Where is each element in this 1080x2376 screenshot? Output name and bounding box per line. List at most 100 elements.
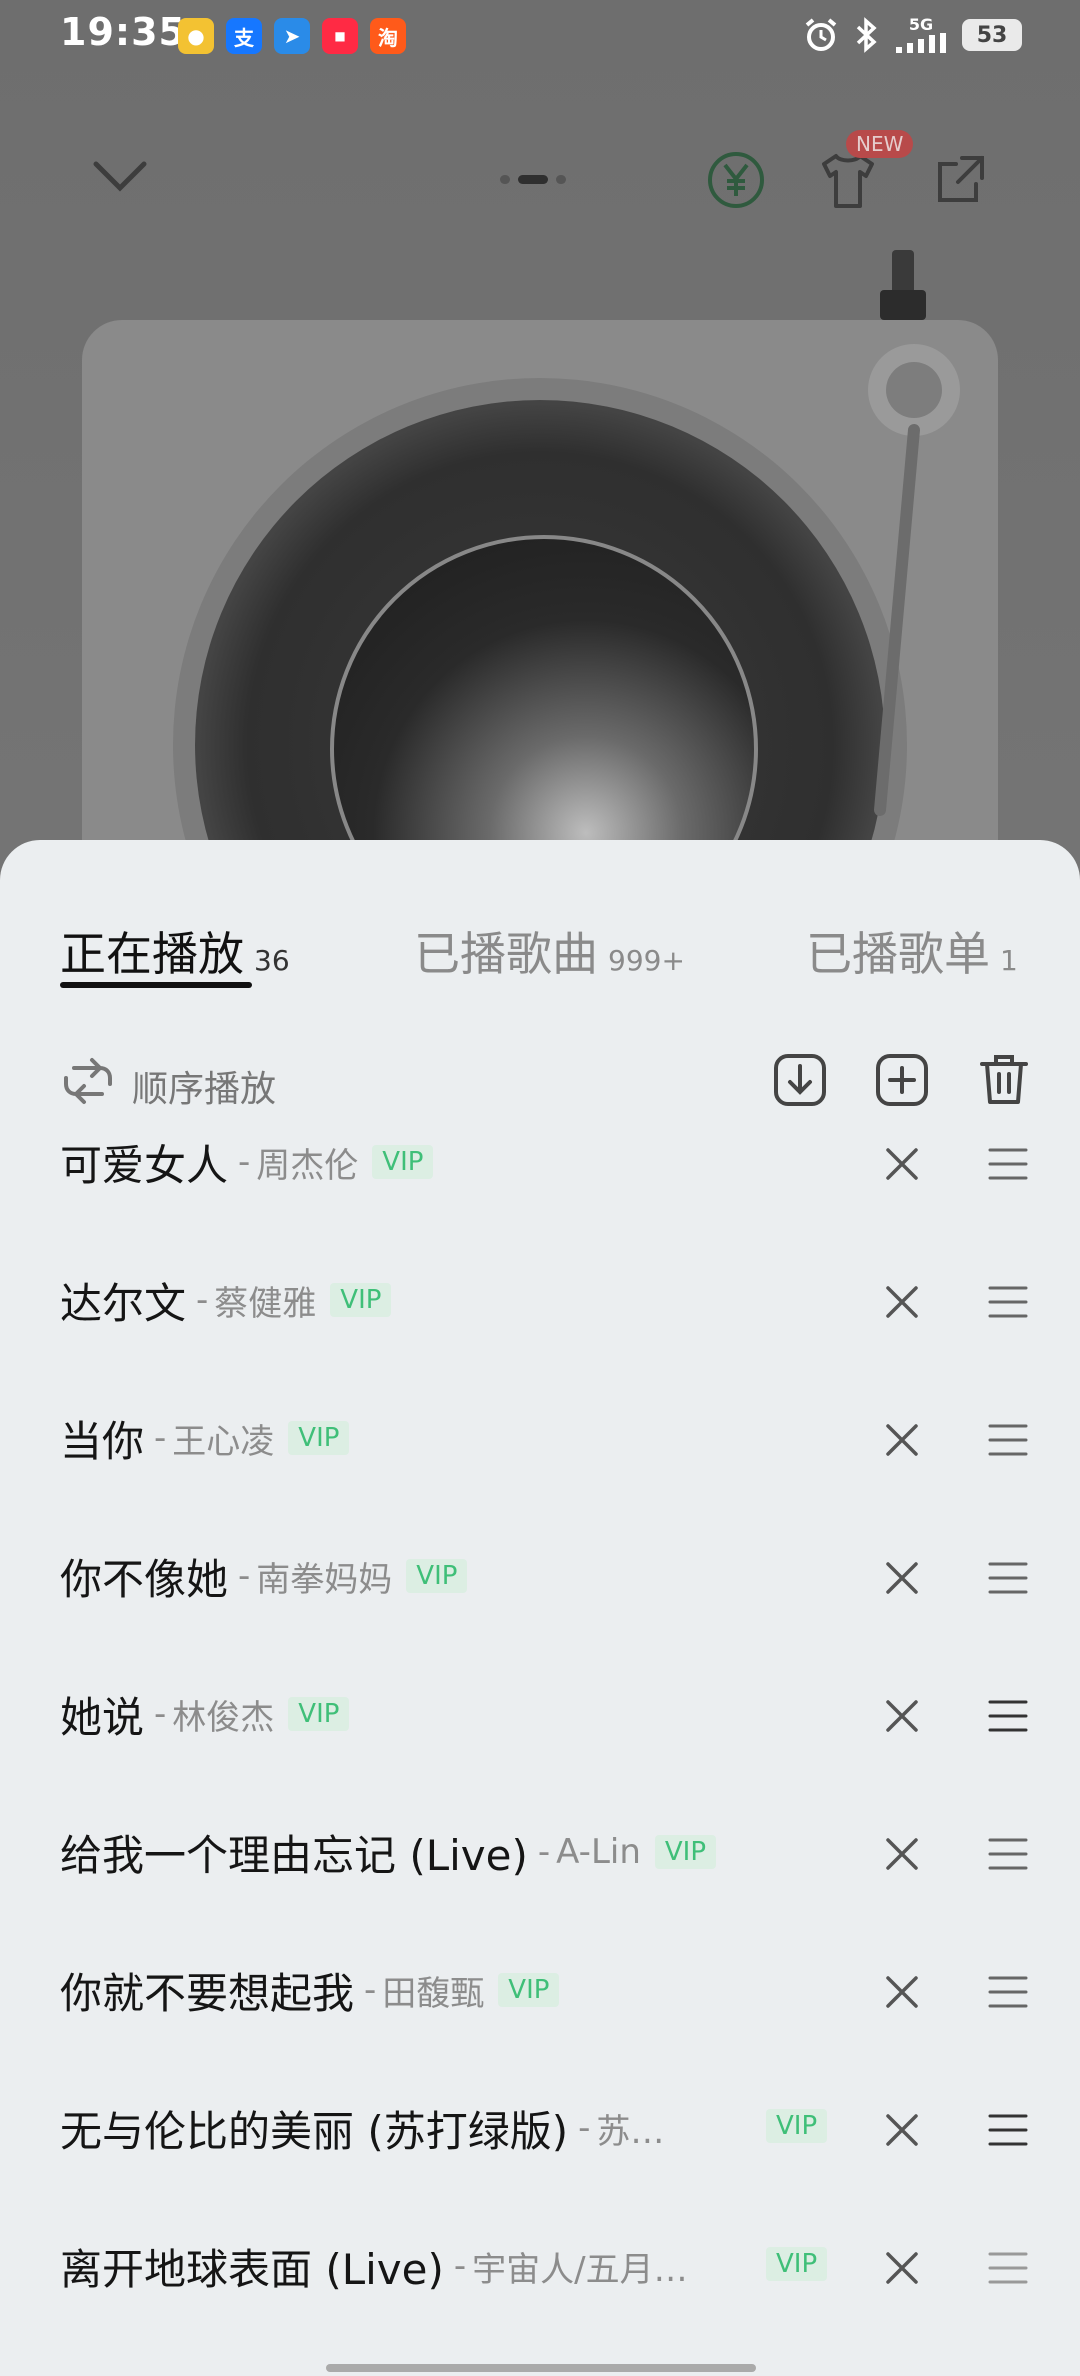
separator: - [196, 1280, 209, 1320]
drag-handle-menu-icon[interactable] [988, 2248, 1028, 2288]
drag-handle-menu-icon[interactable] [988, 1144, 1028, 1184]
drag-handle-menu-icon[interactable] [988, 1558, 1028, 1598]
tab-count: 36 [254, 944, 290, 977]
remove-song-close-icon[interactable] [882, 1834, 922, 1874]
song-title: 当你 [60, 1416, 145, 1466]
song-title: 无与伦比的美丽 (苏打绿版) [60, 2106, 569, 2156]
signal-bars-icon [896, 33, 946, 53]
song-artist: 宇宙人/五月… [472, 2249, 688, 2290]
bluetooth-icon [856, 17, 877, 53]
song-row[interactable]: 可爱女人 - 周杰伦 VIP [0, 1122, 1080, 1260]
vip-badge: VIP [654, 1835, 717, 1869]
tab-count: 999+ [608, 944, 685, 977]
remove-song-close-icon[interactable] [882, 2110, 922, 2150]
status-time: 19:35 [60, 10, 186, 54]
share-icon[interactable] [930, 150, 990, 210]
page-dot-active [518, 175, 548, 184]
trash-icon[interactable] [976, 1052, 1032, 1108]
alipay-app-icon: 支 [226, 18, 262, 54]
add-to-playlist-icon[interactable] [874, 1052, 930, 1108]
collapse-chevron-down-icon[interactable] [92, 156, 148, 196]
xiaohongshu-app-icon: ■ [322, 18, 358, 54]
separator: - [238, 1142, 251, 1182]
vip-badge: VIP [330, 1283, 392, 1317]
remove-song-close-icon[interactable] [882, 1420, 922, 1460]
tonearm-graphic [868, 250, 960, 816]
drag-handle-menu-icon[interactable] [988, 1696, 1028, 1736]
tab-label: 已播歌单 [806, 927, 990, 981]
song-info: 她说 - 林俊杰 VIP [60, 1674, 350, 1754]
tab-now-playing[interactable]: 正在播放 36 [60, 918, 290, 984]
song-title: 达尔文 [60, 1278, 187, 1328]
battery-indicator: 53 [962, 19, 1022, 51]
remove-song-close-icon[interactable] [882, 1144, 922, 1184]
vip-badge: VIP [372, 1145, 434, 1179]
song-row[interactable]: 你不像她 - 南拳妈妈 VIP [0, 1536, 1080, 1674]
song-row[interactable]: 她说 - 林俊杰 VIP [0, 1674, 1080, 1812]
song-artist: 南拳妈妈 [256, 1559, 393, 1600]
drag-handle-menu-icon[interactable] [988, 1972, 1028, 2012]
song-info: 当你 - 王心凌 VIP [60, 1398, 350, 1478]
tab-played-songs[interactable]: 已播歌曲 999+ [414, 918, 685, 984]
remove-song-close-icon[interactable] [882, 1972, 922, 2012]
song-info: 给我一个理由忘记 (Live) - A-Lin VIP [60, 1812, 717, 1892]
vip-badge: VIP [288, 1697, 350, 1731]
home-indicator[interactable] [326, 2364, 756, 2372]
new-badge: NEW [846, 130, 914, 158]
tab-label: 正在播放 [60, 927, 244, 981]
separator: - [238, 1556, 251, 1596]
vip-badge: VIP [406, 1559, 468, 1593]
page-indicator [500, 175, 566, 184]
separator: - [578, 2108, 591, 2148]
taobao-app-icon: 淘 [370, 18, 406, 54]
page-dot [556, 175, 566, 184]
separator: - [453, 2246, 467, 2286]
tab-label: 已播歌曲 [414, 927, 598, 981]
alarm-icon [805, 18, 837, 51]
song-row[interactable]: 当你 - 王心凌 VIP [0, 1398, 1080, 1536]
drag-handle-menu-icon[interactable] [988, 1282, 1028, 1322]
vip-badge: VIP [288, 1421, 350, 1455]
tab-played-playlists[interactable]: 已播歌单 1 [806, 918, 1018, 984]
separator: - [154, 1418, 167, 1458]
song-row[interactable]: 达尔文 - 蔡健雅 VIP [0, 1260, 1080, 1398]
vip-badge: VIP [766, 2247, 828, 2281]
download-icon[interactable] [772, 1052, 828, 1108]
fruit-app-icon: ● [178, 18, 214, 54]
player-screen: 19:35 ● 支 ➤ ■ 淘 5G 53 NEW 正在播放 36 已播歌曲 9… [0, 0, 1080, 2376]
play-mode-label[interactable]: 顺序播放 [132, 1060, 276, 1112]
song-title: 你不像她 [60, 1554, 229, 1604]
remove-song-close-icon[interactable] [882, 1282, 922, 1322]
song-info: 离开地球表面 (Live) - 宇宙人/五月… [60, 2226, 688, 2306]
separator: - [364, 1970, 377, 2010]
song-info: 达尔文 - 蔡健雅 VIP [60, 1260, 392, 1340]
remove-song-close-icon[interactable] [882, 1558, 922, 1598]
song-title: 离开地球表面 (Live) [60, 2244, 444, 2294]
drag-handle-menu-icon[interactable] [988, 1420, 1028, 1460]
song-row[interactable]: 你就不要想起我 - 田馥甄 VIP [0, 1950, 1080, 2088]
shirt-theme-icon[interactable] [816, 150, 880, 210]
song-title: 可爱女人 [60, 1140, 229, 1190]
song-row[interactable]: 给我一个理由忘记 (Live) - A-Lin VIP [0, 1812, 1080, 1950]
sequential-play-icon[interactable] [60, 1054, 116, 1106]
remove-song-close-icon[interactable] [882, 2248, 922, 2288]
song-artist: 林俊杰 [172, 1697, 275, 1738]
system-status-icons: 5G 53 [802, 16, 1022, 54]
song-row[interactable]: 离开地球表面 (Live) - 宇宙人/五月… VIP [0, 2226, 1080, 2364]
song-row[interactable]: 无与伦比的美丽 (苏打绿版) - 苏… VIP [0, 2088, 1080, 2226]
yen-icon[interactable] [706, 150, 766, 210]
song-title: 你就不要想起我 [60, 1968, 355, 2018]
separator: - [537, 1832, 551, 1872]
drag-handle-menu-icon[interactable] [988, 1834, 1028, 1874]
remove-song-close-icon[interactable] [882, 1696, 922, 1736]
network-type: 5G [908, 15, 934, 34]
song-info: 你不像她 - 南拳妈妈 VIP [60, 1536, 468, 1616]
battery-level: 53 [976, 22, 1008, 48]
notification-app-icons: ● 支 ➤ ■ 淘 [178, 18, 406, 54]
playlist-bottom-sheet: 正在播放 36 已播歌曲 999+ 已播歌单 1 顺序播放 可爱女人 - 周杰伦… [0, 840, 1080, 2376]
drag-handle-menu-icon[interactable] [988, 2110, 1028, 2150]
paper-plane-app-icon: ➤ [274, 18, 310, 54]
song-artist: 王心凌 [172, 1421, 275, 1462]
vip-badge: VIP [498, 1973, 560, 2007]
song-info: 你就不要想起我 - 田馥甄 VIP [60, 1950, 560, 2030]
